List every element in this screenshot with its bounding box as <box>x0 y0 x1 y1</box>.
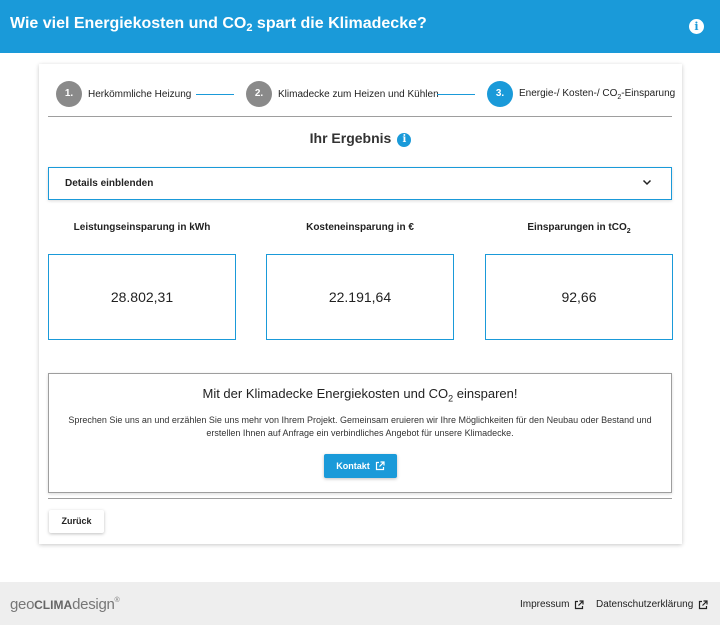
metric-energy-value: 28.802,31 <box>48 254 236 340</box>
datenschutz-link[interactable]: Datenschutzerklärung <box>596 599 708 610</box>
step-2-number: 2. <box>246 81 272 107</box>
geoclimadesign-logo[interactable]: geoCLIMAdesign® <box>10 596 120 613</box>
cta-text: Sprechen Sie uns an und erzählen Sie uns… <box>68 415 652 438</box>
kontakt-button-label: Kontakt <box>336 461 370 471</box>
external-link-icon <box>575 599 585 609</box>
page-title: Wie viel Energiekosten und CO2 spart die… <box>10 15 427 34</box>
step-1: 1. Herkömmliche Heizung <box>56 81 191 107</box>
contact-cta: Mit der Klimadecke Energiekosten und CO2… <box>48 373 672 493</box>
metric-co2-value: 92,66 <box>485 254 673 340</box>
chevron-down-icon <box>642 179 652 186</box>
divider <box>48 116 672 117</box>
step-3-label: Energie-/ Kosten-/ CO2-Einsparung <box>519 87 676 101</box>
details-toggle-label: Details einblenden <box>65 178 154 189</box>
step-2: 2. Klimadecke zum Heizen und Kühlen <box>246 81 439 107</box>
step-connector <box>437 94 475 95</box>
footer: geoCLIMAdesign® Impressum Datenschutzerk… <box>0 582 720 625</box>
step-3: 3. Energie-/ Kosten-/ CO2-Einsparung <box>487 81 675 107</box>
metric-energy-label: Leistungseinsparung in kWh <box>73 222 211 233</box>
info-icon[interactable]: i <box>397 133 412 147</box>
cta-title: Mit der Klimadecke Energiekosten und CO2… <box>202 386 518 404</box>
metric-cost-label: Kosteneinsparung in € <box>306 222 414 233</box>
step-connector <box>196 94 234 95</box>
kontakt-button[interactable]: Kontakt <box>324 454 397 478</box>
step-1-number: 1. <box>56 81 82 107</box>
metric-co2-label: Einsparungen in tCO2 <box>527 222 631 235</box>
info-icon[interactable]: i <box>689 19 704 34</box>
details-toggle[interactable]: Details einblenden <box>48 167 672 200</box>
step-3-number: 3. <box>487 81 513 107</box>
metric-cost-value: 22.191,64 <box>266 254 454 340</box>
impressum-link[interactable]: Impressum <box>520 599 585 610</box>
step-2-label: Klimadecke zum Heizen und Kühlen <box>278 88 439 100</box>
step-1-label: Herkömmliche Heizung <box>88 88 192 100</box>
external-link-icon <box>699 599 708 609</box>
calculator-card: 1. Herkömmliche Heizung 2. Klimadecke zu… <box>39 64 682 544</box>
result-heading: Ihr Ergebnis i <box>39 130 682 147</box>
app-header: Wie viel Energiekosten und CO2 spart die… <box>0 0 720 53</box>
external-link-icon <box>375 461 385 471</box>
back-button[interactable]: Zurück <box>49 510 104 533</box>
divider <box>48 498 672 499</box>
